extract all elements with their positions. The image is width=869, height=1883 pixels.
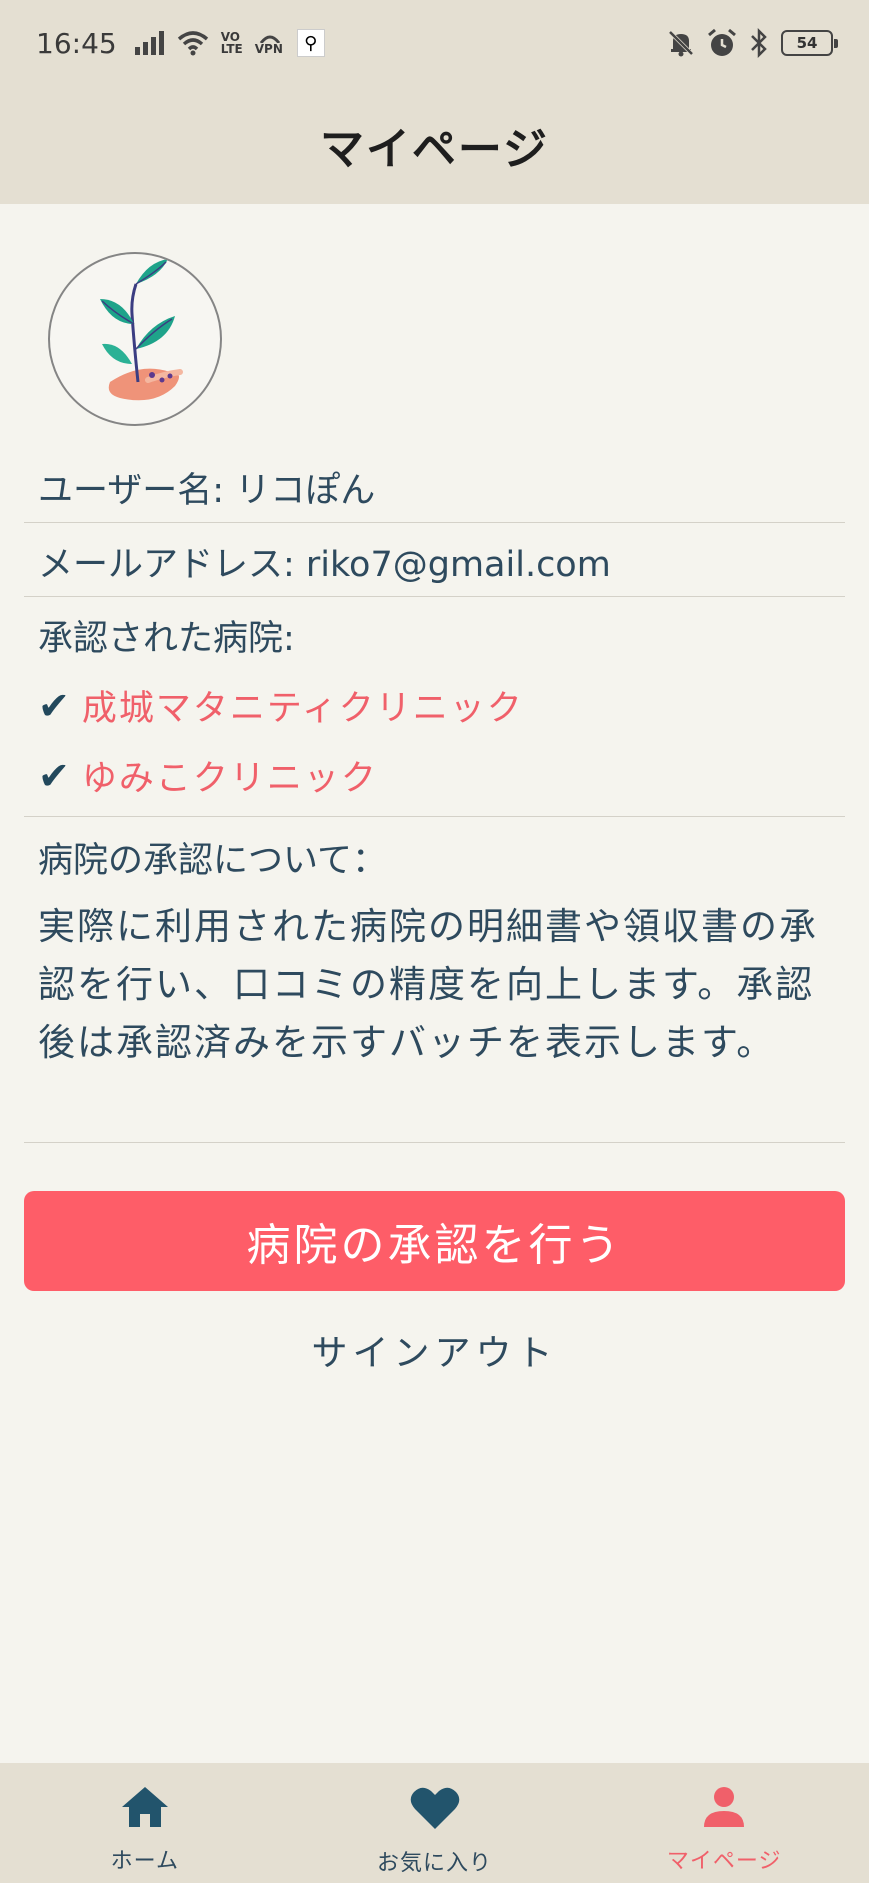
status-left: 16:45 VO LTE VPN ⚲ bbox=[36, 27, 325, 60]
home-icon bbox=[121, 1787, 168, 1827]
status-right: 54 bbox=[667, 28, 838, 58]
alarm-icon bbox=[707, 28, 737, 58]
nav-label-favorites: お気に入り bbox=[377, 1851, 493, 1876]
status-bar: 16:45 VO LTE VPN ⚲ 54 bbox=[0, 0, 869, 86]
check-icon: ✔ bbox=[38, 753, 70, 798]
divider bbox=[24, 596, 845, 597]
username-row: ユーザー名: リコぽん bbox=[24, 462, 845, 513]
nav-item-home[interactable]: ホーム bbox=[0, 1763, 290, 1883]
about-approval-title: 病院の承認について： bbox=[38, 841, 387, 881]
divider bbox=[24, 816, 845, 817]
bluetooth-icon bbox=[749, 28, 769, 58]
hospital-name: 成城マタニティクリニック bbox=[81, 689, 524, 729]
signal-bars-icon bbox=[134, 31, 165, 55]
bell-off-icon bbox=[667, 29, 695, 57]
wifi-icon bbox=[177, 30, 209, 56]
volte-bottom: LTE bbox=[220, 42, 243, 56]
page-title: マイページ bbox=[319, 124, 550, 175]
approve-hospital-button[interactable]: 病院の承認を行う bbox=[24, 1191, 845, 1291]
email-text: メールアドレス: riko7@gmail.com bbox=[38, 545, 611, 585]
divider bbox=[24, 1142, 845, 1143]
approved-hospitals-label: 承認された病院: bbox=[38, 619, 295, 659]
vpn-label: VPN bbox=[254, 42, 283, 56]
vpn-indicator: VPN bbox=[255, 31, 285, 55]
nav-item-favorites[interactable]: お気に入り bbox=[290, 1763, 580, 1883]
battery-indicator: 54 bbox=[781, 30, 838, 56]
nav-label-mypage: マイページ bbox=[666, 1849, 782, 1874]
divider bbox=[24, 522, 845, 523]
about-approval-body: 実際に利用された病院の明細書や領収書の承認を行い、口コミの精度を向上します。承認… bbox=[38, 905, 818, 1064]
app-header: マイページ bbox=[0, 86, 869, 204]
volte-indicator: VO LTE bbox=[221, 31, 243, 55]
email-row: メールアドレス: riko7@gmail.com bbox=[24, 536, 845, 587]
check-icon: ✔ bbox=[38, 683, 70, 728]
username-text: ユーザー名: リコぽん bbox=[38, 471, 376, 511]
hospital-name: ゆみこクリニック bbox=[81, 759, 378, 799]
approved-hospital-item: ✔ ゆみこクリニック bbox=[24, 750, 845, 801]
nav-label-home: ホーム bbox=[110, 1849, 179, 1874]
nav-item-mypage[interactable]: マイページ bbox=[579, 1763, 869, 1883]
plant-in-hand-icon bbox=[100, 259, 183, 401]
status-time: 16:45 bbox=[36, 26, 117, 60]
signout-link[interactable]: サインアウト bbox=[24, 1324, 845, 1376]
bottom-nav: ホーム お気に入り マイページ bbox=[0, 1763, 869, 1883]
avatar bbox=[48, 252, 222, 426]
heart-icon bbox=[410, 1787, 459, 1829]
person-icon bbox=[704, 1787, 745, 1827]
approved-hospital-item: ✔ 成城マタニティクリニック bbox=[24, 680, 845, 731]
app-notification-icon: ⚲ bbox=[296, 29, 325, 57]
